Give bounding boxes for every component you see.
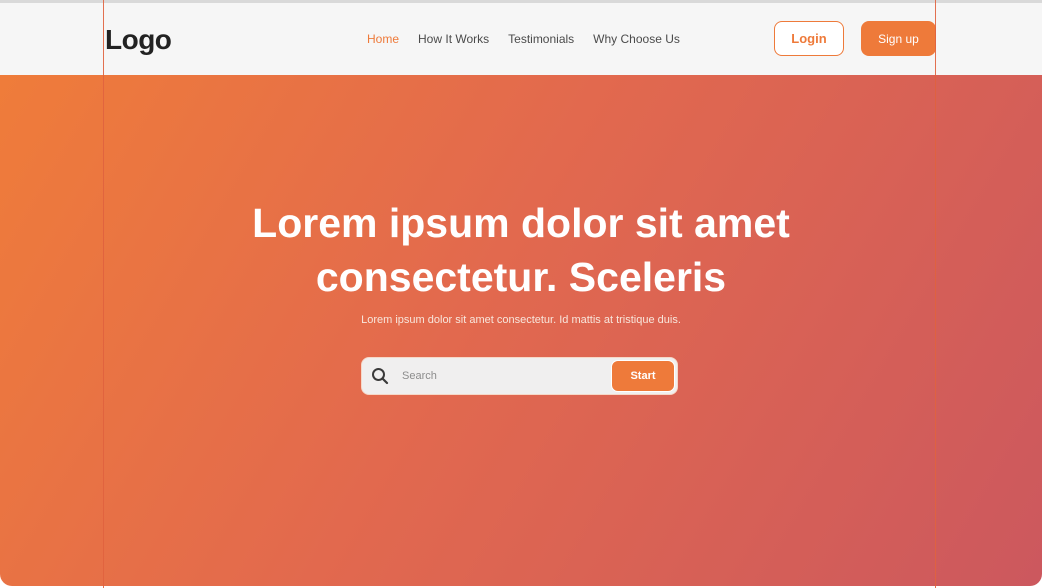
login-button[interactable]: Login [774,21,844,56]
start-button[interactable]: Start [611,360,675,392]
hero-title: Lorem ipsum dolor sit amet consectetur. … [0,196,1042,304]
signup-button[interactable]: Sign up [861,21,936,56]
nav-item-why-choose-us[interactable]: Why Choose Us [593,30,680,48]
hero-title-line-1: Lorem ipsum dolor sit amet [252,200,790,246]
layout-guide-right [935,0,936,588]
layout-guide-left [103,0,104,588]
hero-subtitle: Lorem ipsum dolor sit amet consectetur. … [361,314,681,326]
logo[interactable]: Logo [105,22,172,58]
nav-item-home[interactable]: Home [367,30,399,48]
nav-item-testimonials[interactable]: Testimonials [508,30,574,48]
hero-title-line-2: consectetur. Sceleris [315,254,727,300]
site-header: Logo Home How It Works Testimonials Why … [0,3,1042,75]
search-bar: Start [361,357,678,395]
search-input[interactable] [402,367,602,385]
landing-page: Logo Home How It Works Testimonials Why … [0,0,1042,588]
search-icon [372,368,389,385]
nav-item-how-it-works[interactable]: How It Works [418,30,489,48]
hero-section: Lorem ipsum dolor sit amet consectetur. … [0,75,1042,586]
main-nav: Home How It Works Testimonials Why Choos… [367,30,680,48]
